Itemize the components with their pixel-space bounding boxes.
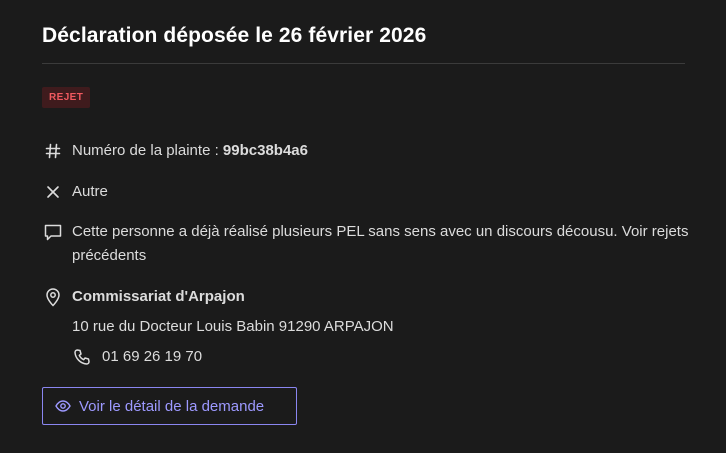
reason-row: Autre bbox=[42, 180, 108, 204]
complaint-number-label: Numéro de la plainte : bbox=[72, 142, 223, 159]
complaint-number-row: Numéro de la plainte : 99bc38b4a6 bbox=[42, 139, 308, 163]
eye-icon bbox=[55, 398, 71, 414]
view-request-details-label: Voir le détail de la demande bbox=[79, 397, 265, 415]
hash-icon bbox=[42, 139, 64, 163]
phone-row: 01 69 26 19 70 bbox=[72, 345, 202, 369]
location-address: 10 rue du Docteur Louis Babin 91290 ARPA… bbox=[72, 318, 394, 335]
comment-icon bbox=[42, 220, 64, 244]
title-divider bbox=[42, 63, 685, 64]
reason-label: Autre bbox=[72, 183, 108, 200]
comment-text: Cette personne a déjà réalisé plusieurs … bbox=[72, 223, 689, 264]
close-icon bbox=[42, 180, 64, 204]
phone-icon bbox=[72, 345, 92, 369]
comment-row: Cette personne a déjà réalisé plusieurs … bbox=[42, 220, 692, 268]
view-request-details-button[interactable]: Voir le détail de la demande bbox=[42, 387, 297, 425]
phone-number: 01 69 26 19 70 bbox=[102, 348, 203, 365]
complaint-number-value: 99bc38b4a6 bbox=[222, 142, 308, 159]
map-pin-icon bbox=[42, 285, 64, 309]
location-name: Commissariat d'Arpajon bbox=[72, 288, 245, 305]
page-title: Déclaration déposée le 26 février 2026 bbox=[42, 24, 427, 47]
complaint-number-text: Numéro de la plainte : 99bc38b4a6 bbox=[72, 139, 308, 163]
declaration-card: Déclaration déposée le 26 février 2026 R… bbox=[0, 0, 726, 453]
location-row: Commissariat d'Arpajon bbox=[42, 285, 245, 309]
status-badge: REJET bbox=[42, 87, 91, 108]
